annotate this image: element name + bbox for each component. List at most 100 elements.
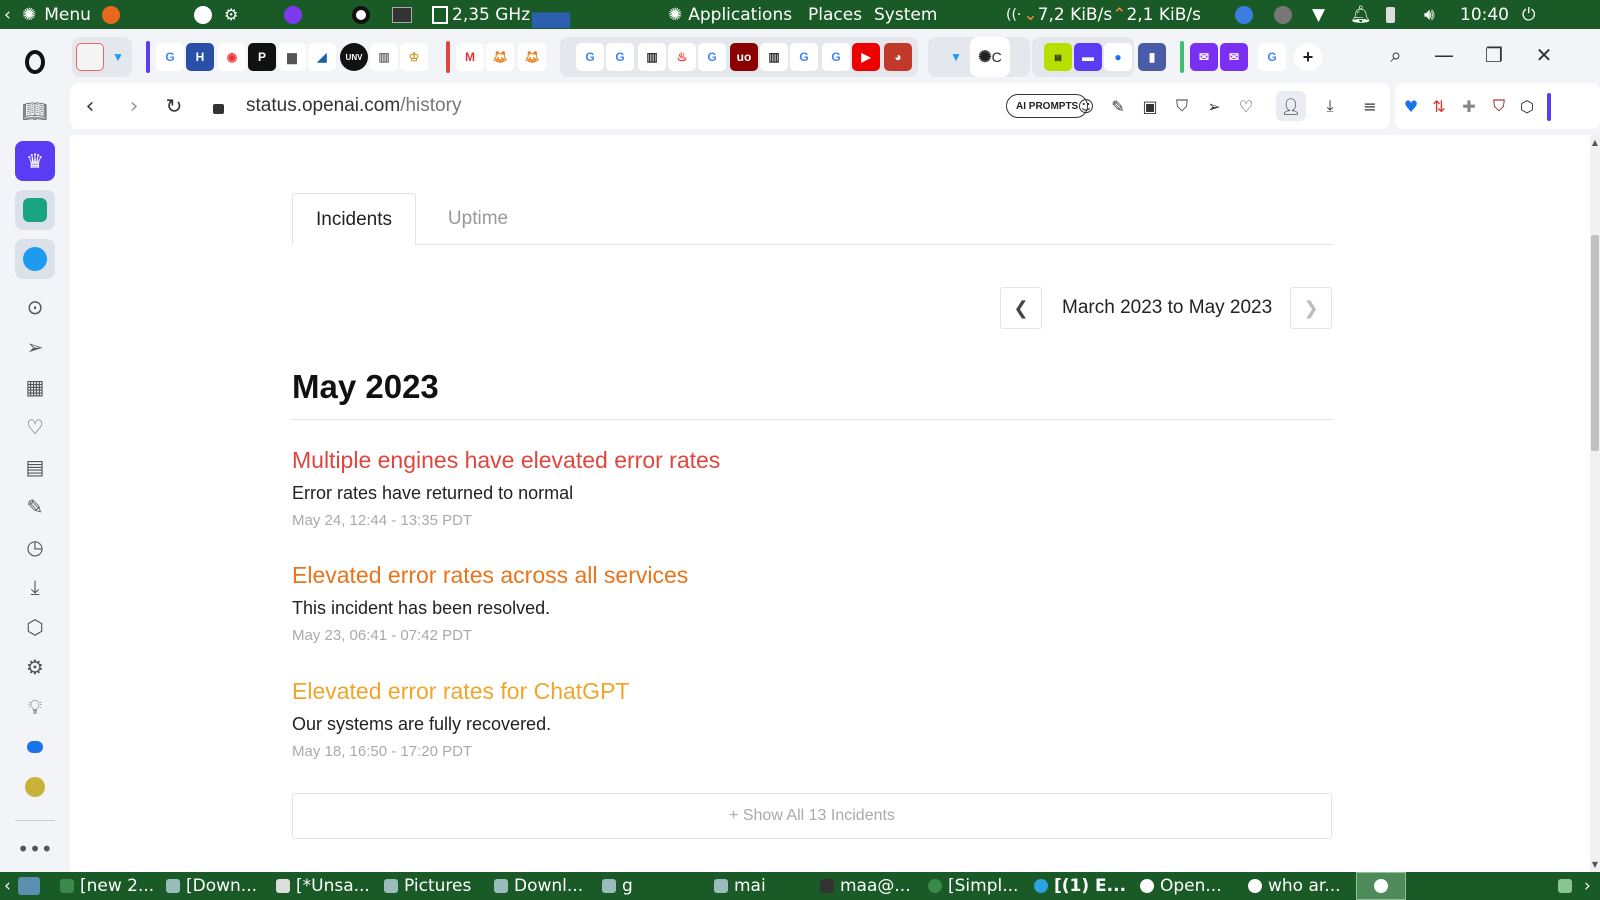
next-range-button[interactable]: ❯ <box>1290 287 1332 329</box>
restore-button[interactable]: ❐ <box>1470 29 1518 81</box>
opera-logo-button[interactable] <box>15 42 55 82</box>
tab-google-2[interactable]: G <box>576 43 604 71</box>
back-button[interactable]: ‹ <box>70 83 110 129</box>
sidebar-wallet[interactable] <box>15 767 55 807</box>
tab-doc[interactable]: ▆ <box>278 43 306 71</box>
terminal-launcher[interactable] <box>392 0 412 29</box>
tab-metamask-1[interactable]: 🦊︎ <box>486 43 514 71</box>
show-desktop-button[interactable] <box>18 872 46 900</box>
taskbar-left-arrow[interactable]: ‹ <box>4 872 11 900</box>
ext-ublock[interactable]: ⛉ <box>1487 94 1511 118</box>
bookmark-heart-button[interactable]: ♡ <box>1234 94 1258 118</box>
tab-google-6[interactable]: G <box>822 43 850 71</box>
taskbar-item[interactable]: [Down... <box>166 872 266 900</box>
taskbar-item[interactable]: [(1) E... <box>1034 872 1134 900</box>
sidebar-player[interactable]: ⊙ <box>15 287 55 327</box>
profile-button[interactable]: 👤︎ <box>1276 91 1306 121</box>
tab-library-1[interactable]: ▥ <box>638 43 666 71</box>
tab-crown[interactable]: ♔ <box>400 43 428 71</box>
tab-reader[interactable]: ▥ <box>370 43 398 71</box>
settings-launcher[interactable]: ⚙ <box>224 0 238 29</box>
taskbar-item[interactable]: Downl... <box>494 872 590 900</box>
tab-incidents[interactable]: Incidents <box>292 193 416 246</box>
opera-launcher[interactable] <box>352 0 370 29</box>
tab-google-1[interactable]: G <box>156 43 184 71</box>
tab-telegram-web[interactable]: ◢ <box>308 43 336 71</box>
tray-info[interactable] <box>1274 0 1292 29</box>
taskbar-item[interactable]: Open... <box>1140 872 1240 900</box>
site-info-button[interactable] <box>198 83 238 129</box>
sidebar-more[interactable]: ••• <box>15 829 55 869</box>
new-tab-button[interactable]: + <box>1294 43 1322 71</box>
firefox-launcher[interactable] <box>102 0 120 29</box>
share-button[interactable]: ➢ <box>1202 94 1226 118</box>
url-field[interactable]: status.openai.com/history <box>246 83 461 129</box>
system-menu[interactable]: System <box>874 0 937 29</box>
forward-button[interactable]: › <box>114 83 154 129</box>
font-launcher[interactable] <box>194 0 212 29</box>
scroll-thumb[interactable] <box>1591 235 1599 451</box>
incident-title-link[interactable]: Elevated error rates across all services <box>292 562 1332 589</box>
notifications-tray[interactable]: 🔔︎ <box>1350 0 1372 29</box>
tab-metamask-2[interactable]: 🦊︎ <box>518 43 546 71</box>
ext-red-arrows[interactable]: ⇅ <box>1427 94 1451 118</box>
taskbar-item[interactable]: maa@... <box>820 872 920 900</box>
sidebar-send[interactable]: ➢ <box>15 327 55 367</box>
tab-search-button[interactable]: ⌕ <box>1372 29 1420 81</box>
tab-youtube[interactable]: ▶ <box>852 43 880 71</box>
incident-title-link[interactable]: Multiple engines have elevated error rat… <box>292 447 1332 474</box>
sidebar-favorites[interactable]: ♡ <box>15 407 55 447</box>
incident-title-link[interactable]: Elevated error rates for ChatGPT <box>292 678 1332 705</box>
reload-button[interactable]: ↻ <box>154 83 194 129</box>
tab-tinder[interactable]: ♨ <box>668 43 696 71</box>
tab-opera-speed[interactable] <box>76 43 104 71</box>
battery-tray[interactable] <box>1386 0 1395 29</box>
tab-twitter-2[interactable]: ▼ <box>942 43 970 71</box>
emoji-button[interactable]: ☺ <box>1074 94 1098 118</box>
tab-openai-status[interactable]: ✺ C <box>970 37 1010 77</box>
tab-gmail[interactable]: M <box>456 43 484 71</box>
menu-button[interactable]: ✺ Menu <box>22 0 91 29</box>
panel-left-arrow[interactable]: ‹ <box>4 0 11 29</box>
easy-setup-button[interactable]: ≡ <box>1358 94 1382 118</box>
sidebar-extensions[interactable]: ⬡ <box>15 607 55 647</box>
previous-range-button[interactable]: ❮ <box>1000 287 1042 329</box>
tab-ublock[interactable]: uo <box>730 43 758 71</box>
power-button[interactable]: ⏻ <box>1522 0 1535 29</box>
applications-menu[interactable]: ✺ Applications <box>668 0 792 29</box>
snapshot-button[interactable]: ▣ <box>1138 94 1162 118</box>
tab-library-2[interactable]: ▥ <box>760 43 788 71</box>
taskbar-item[interactable]: Pictures <box>384 872 484 900</box>
sidebar-apps[interactable]: ▦ <box>15 367 55 407</box>
tab-purple-1[interactable]: ▬ <box>1074 43 1102 71</box>
podcast-launcher[interactable] <box>284 0 302 29</box>
sidebar-messenger[interactable] <box>15 727 55 767</box>
scroll-down-arrow-icon[interactable]: ▼ <box>1590 857 1600 871</box>
tab-p[interactable]: P <box>248 43 276 71</box>
wifi-tray[interactable]: ▼ <box>1312 0 1325 29</box>
vpn-button[interactable]: ⛉ <box>1170 94 1194 118</box>
taskbar-item[interactable]: mai <box>714 872 804 900</box>
sidebar-downloads[interactable]: ⤓ <box>15 567 55 607</box>
tab-google-5[interactable]: G <box>790 43 818 71</box>
ext-blue-heart[interactable]: ♥ <box>1399 94 1423 118</box>
page-scrollbar[interactable]: ▲ ▼ <box>1590 135 1600 872</box>
tab-google-4[interactable]: G <box>698 43 726 71</box>
taskbar-right-arrow[interactable]: › <box>1584 872 1591 900</box>
tab-blue-circle[interactable]: ● <box>1104 43 1132 71</box>
scroll-up-arrow-icon[interactable]: ▲ <box>1590 135 1600 149</box>
minimize-button[interactable]: — <box>1420 29 1468 81</box>
taskbar-item[interactable]: [*Unsa... <box>276 872 376 900</box>
tab-uptime[interactable]: Uptime <box>426 193 530 245</box>
tab-photo[interactable]: ▮ <box>1138 43 1166 71</box>
trash-button[interactable] <box>1558 872 1578 900</box>
tab-owl[interactable]: ◕ <box>884 43 912 71</box>
sidebar-news[interactable]: ▤ <box>15 447 55 487</box>
tab-h[interactable]: H <box>186 43 214 71</box>
show-all-incidents-button[interactable]: + Show All 13 Incidents <box>292 793 1332 839</box>
tab-mail-2[interactable]: ✉ <box>1220 43 1248 71</box>
sidebar-history[interactable]: ◷ <box>15 527 55 567</box>
sidebar-pinboard[interactable]: ✎ <box>15 487 55 527</box>
taskbar-item[interactable]: [new 2... <box>60 872 160 900</box>
tab-unv[interactable]: UNV <box>340 43 368 71</box>
